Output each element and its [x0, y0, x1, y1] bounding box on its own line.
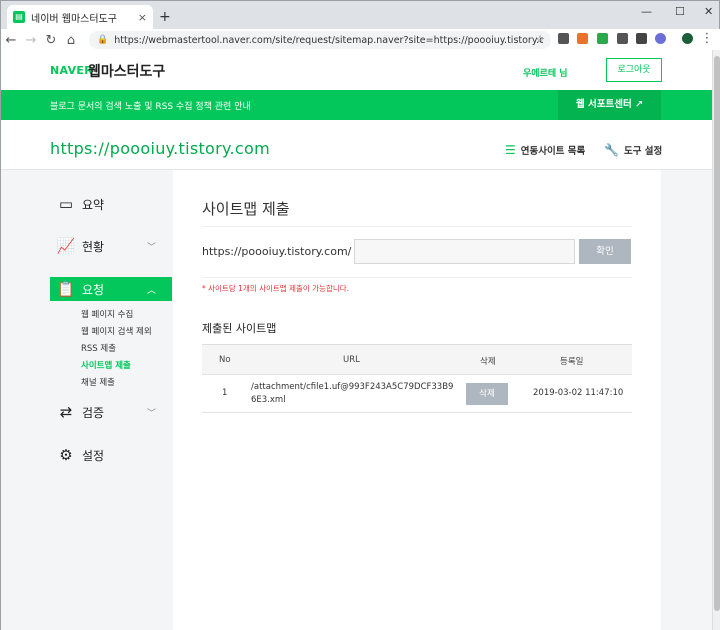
column-delete: 삭제	[480, 357, 496, 367]
site-list-link[interactable]: ☰ 연동사이트 목록	[505, 143, 585, 157]
browser-chrome: ▤ 네이버 웹마스터도구 × + — ☐ ✕ ← → ↻ ⌂ 🔒 https:/…	[0, 0, 720, 51]
table-row: 1 /attachment/cfile1.uf@993F243A5C79DCF3…	[202, 375, 632, 413]
site-list-label: 연동사이트 목록	[520, 146, 586, 157]
chevron-down-icon: ﹀	[146, 408, 156, 419]
tool-setting-link[interactable]: 🔧 도구 설정	[604, 143, 662, 157]
sidebar-label: 검증	[82, 405, 105, 420]
site-prefix: https://poooiuy.tistory.com/	[202, 245, 352, 258]
row-url: /attachment/cfile1.uf@993F243A5C79DCF33B…	[251, 382, 454, 405]
sidebar-subitem-webpage-exclude[interactable]: 웹 페이지 검색 제외	[81, 325, 152, 337]
site-header: NAVER 웹마스터도구 우에르테 님 로그아웃	[1, 50, 712, 90]
extension-icon[interactable]	[617, 33, 628, 44]
notice-text: * 사이트당 1개의 사이트맵 제출이 가능합니다.	[202, 284, 350, 293]
webmaster-tool-logo[interactable]: 웹마스터도구	[88, 61, 165, 81]
confirm-button[interactable]: 확인	[579, 239, 631, 264]
bookmark-star-icon[interactable]: ☆	[535, 33, 545, 46]
reload-icon[interactable]: ↻	[41, 33, 61, 48]
sidebar-label: 요약	[82, 197, 105, 212]
extension-icon[interactable]	[597, 33, 608, 44]
profile-avatar[interactable]	[682, 33, 693, 44]
trend-chart-icon: 📈	[56, 237, 76, 255]
maximize-button[interactable]: ☐	[675, 5, 685, 18]
extension-icon[interactable]	[636, 33, 647, 44]
divider	[202, 277, 632, 278]
column-no: No	[219, 355, 231, 365]
browser-tab[interactable]: ▤ 네이버 웹마스터도구 ×	[7, 5, 153, 29]
forward-icon[interactable]: →	[21, 33, 41, 48]
site-bar: https://poooiuy.tistory.com ☰ 연동사이트 목록 🔧…	[1, 120, 712, 170]
divider	[202, 226, 632, 227]
sidebar-item-verify[interactable]: ⇄ 검증 ﹀	[50, 400, 172, 424]
naver-logo[interactable]: NAVER	[50, 64, 93, 77]
delete-button[interactable]: 삭제	[466, 383, 508, 405]
column-date: 등록일	[560, 357, 584, 367]
tab-close-icon[interactable]: ×	[138, 11, 147, 24]
minimize-button[interactable]: —	[641, 5, 652, 18]
site-url: https://poooiuy.tistory.com	[50, 139, 270, 158]
extension-icon[interactable]	[558, 33, 569, 44]
chevron-down-icon: ﹀	[146, 242, 156, 253]
sidebar-label: 요청	[82, 282, 105, 297]
close-window-button[interactable]: ✕	[704, 5, 713, 18]
gear-icon: ⚙	[59, 446, 73, 464]
chevron-up-icon: ︿	[146, 285, 156, 296]
page-title: 사이트맵 제출	[202, 200, 290, 218]
logout-button[interactable]: 로그아웃	[606, 58, 662, 82]
sidebar-label: 설정	[82, 448, 105, 463]
sidebar-item-request[interactable]: 📋 요청 ︿	[50, 277, 172, 301]
sitemap-table: No URL 삭제 등록일 1 /attachment/cfile1.uf@99…	[202, 344, 632, 413]
clipboard-check-icon: 📋	[56, 280, 76, 298]
presentation-icon: ▭	[58, 195, 74, 213]
list-icon: ☰	[505, 143, 516, 157]
scrollbar-thumb[interactable]	[714, 56, 720, 611]
sitemap-url-input[interactable]	[354, 239, 575, 264]
menu-kebab-icon[interactable]: ⋮	[700, 31, 714, 46]
sidebar-subitem-rss[interactable]: RSS 제출	[81, 342, 116, 354]
tab-title: 네이버 웹마스터도구	[31, 13, 117, 25]
banner-link[interactable]: 블로그 문서의 검색 노출 및 RSS 수집 정책 관련 안내	[50, 99, 251, 112]
page-scrollbar[interactable]	[712, 50, 720, 630]
browser-toolbar: ← → ↻ ⌂ 🔒 https://webmastertool.naver.co…	[1, 29, 720, 51]
new-tab-button[interactable]: +	[159, 9, 171, 25]
sidebar-subitem-sitemap[interactable]: 사이트맵 제출	[81, 359, 131, 371]
naver-favicon-icon: ▤	[13, 11, 25, 23]
extension-icon[interactable]	[655, 33, 666, 44]
tool-setting-label: 도구 설정	[623, 146, 663, 157]
sidebar-subitem-webpage-collect[interactable]: 웹 페이지 수집	[81, 308, 133, 320]
sidebar-subitem-channel[interactable]: 채널 제출	[81, 376, 115, 388]
user-name[interactable]: 우에르테 님	[523, 66, 568, 79]
row-no: 1	[222, 388, 228, 398]
sidebar-item-summary[interactable]: ▭ 요약	[50, 192, 172, 216]
address-bar[interactable]: 🔒 https://webmastertool.naver.com/site/r…	[89, 31, 551, 49]
table-header: No URL 삭제 등록일	[202, 344, 632, 375]
support-center-button[interactable]: 웹 서포트센터 ↗	[558, 90, 661, 120]
address-url[interactable]: https://webmastertool.naver.com/site/req…	[114, 35, 543, 46]
lock-icon: 🔒	[97, 35, 109, 45]
main-content: 사이트맵 제출 https://poooiuy.tistory.com/ 확인 …	[173, 170, 661, 630]
row-date: 2019-03-02 11:47:10	[533, 388, 624, 398]
back-icon[interactable]: ←	[1, 33, 21, 48]
exchange-arrows-icon: ⇄	[59, 403, 73, 421]
column-url: URL	[343, 355, 360, 365]
home-icon[interactable]: ⌂	[61, 33, 81, 48]
sidebar-label: 현황	[82, 239, 105, 254]
extension-icon[interactable]	[577, 33, 588, 44]
sidebar-item-settings[interactable]: ⚙ 설정	[50, 443, 172, 467]
sidebar-item-status[interactable]: 📈 현황 ﹀	[50, 234, 172, 258]
wrench-icon: 🔧	[604, 143, 619, 157]
page: NAVER 웹마스터도구 우에르테 님 로그아웃 블로그 문서의 검색 노출 및…	[0, 50, 712, 630]
notice-banner: 블로그 문서의 검색 노출 및 RSS 수집 정책 관련 안내 웹 서포트센터 …	[1, 90, 712, 120]
submitted-sitemap-title: 제출된 사이트맵	[202, 322, 277, 335]
